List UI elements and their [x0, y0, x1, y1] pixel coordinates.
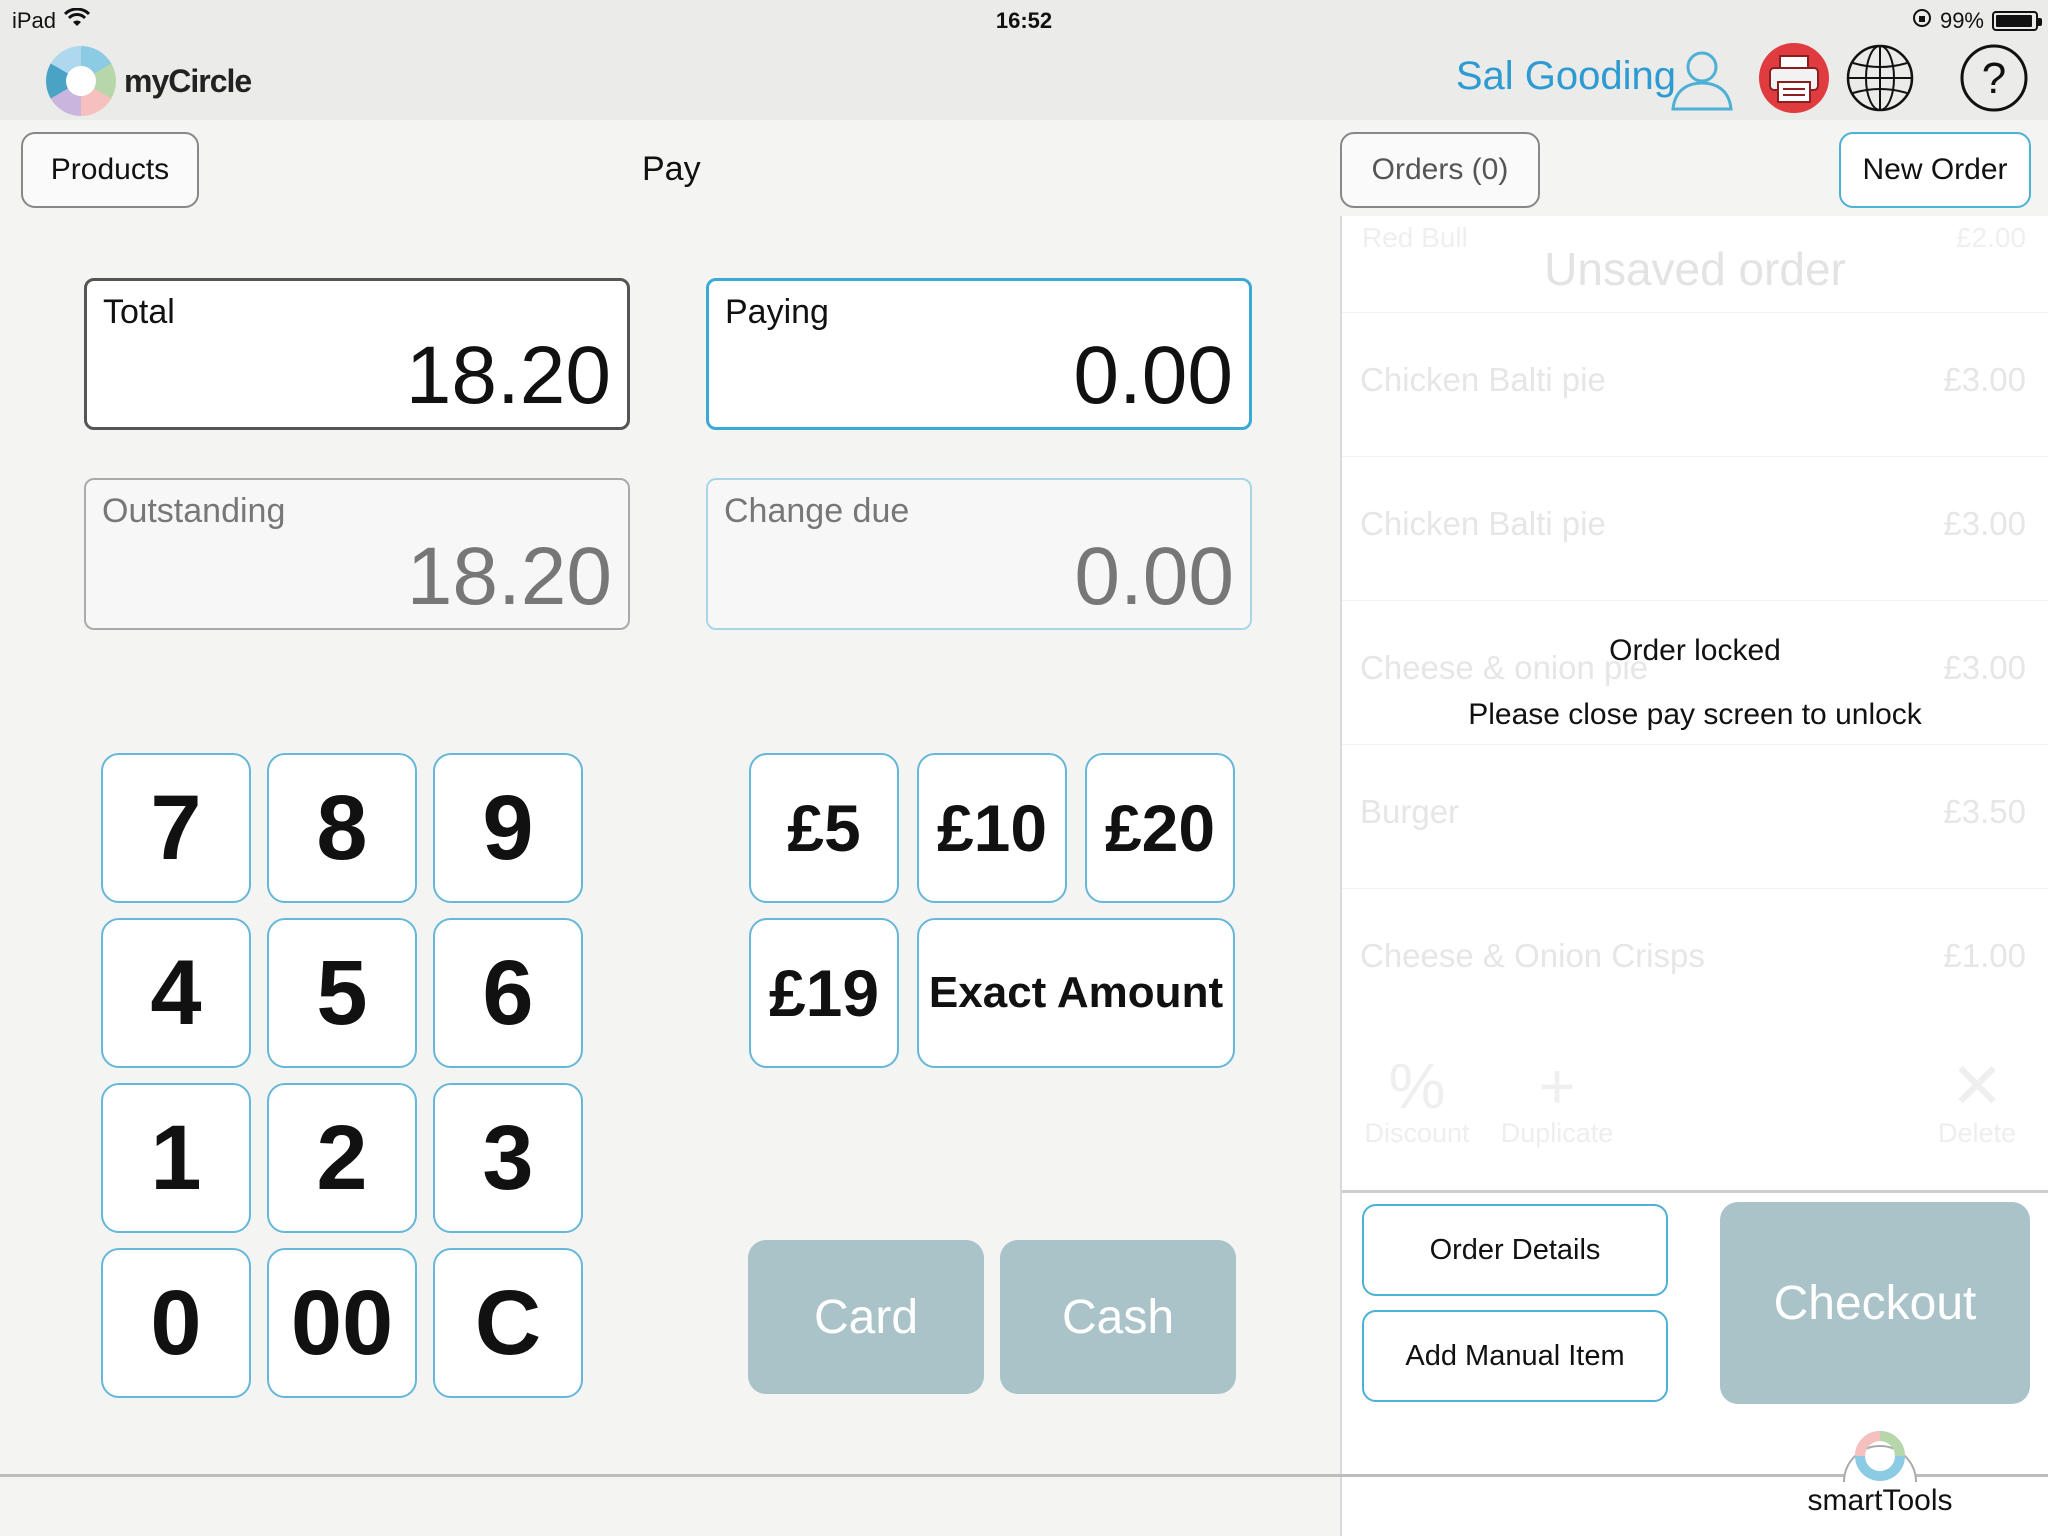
globe-icon[interactable]: [1844, 42, 1916, 114]
battery-icon: [1992, 11, 2042, 31]
total-label: Total: [103, 293, 175, 331]
percent-icon: %: [1388, 1050, 1446, 1122]
smart-tools-tab[interactable]: smartTools: [1790, 1420, 1970, 1536]
total-value: 18.20: [405, 330, 611, 421]
quick-10-button[interactable]: £10: [917, 753, 1067, 903]
item-name: Burger: [1360, 793, 1460, 830]
cash-button[interactable]: Cash: [1000, 1240, 1236, 1394]
duplicate-action: + Duplicate: [1492, 1054, 1622, 1149]
outstanding-label: Outstanding: [102, 492, 286, 530]
orders-button[interactable]: Orders (0): [1340, 132, 1540, 208]
discount-action: % Discount: [1362, 1054, 1472, 1149]
key-3[interactable]: 3: [433, 1083, 583, 1233]
key-clear[interactable]: C: [433, 1248, 583, 1398]
paying-value: 0.00: [1073, 330, 1233, 421]
delete-label: Delete: [1937, 1118, 2017, 1148]
app-header: myCircle Sal Gooding ?: [0, 40, 2048, 120]
key-0[interactable]: 0: [101, 1248, 251, 1398]
order-locked-title: Order locked: [1609, 634, 1781, 667]
smart-tools-label: smartTools: [1807, 1484, 1953, 1517]
footer-line: [0, 1474, 2048, 1477]
item-price: £3.00: [1943, 505, 2026, 542]
order-details-button[interactable]: Order Details: [1362, 1204, 1668, 1296]
logo-ring-icon: [46, 46, 116, 116]
checkout-button[interactable]: Checkout: [1720, 1202, 2030, 1404]
order-item-row: Chicken Balti pie £3.00: [1342, 312, 2048, 456]
app-logo: myCircle: [46, 46, 252, 116]
order-item-row: Cheese & Onion Crisps £1.00: [1342, 888, 2048, 1032]
app-name: myCircle: [124, 62, 252, 99]
outstanding-box: Outstanding 18.20: [84, 478, 630, 630]
delete-action: ✕ Delete: [1922, 1054, 2032, 1149]
battery-percent: 99%: [1939, 8, 1984, 33]
user-name[interactable]: Sal Gooding: [1456, 54, 1676, 99]
order-locked-message: Please close pay screen to unlock: [1468, 698, 1922, 731]
order-panel-separator: [1342, 1190, 2048, 1193]
card-button[interactable]: Card: [748, 1240, 984, 1394]
quick-20-button[interactable]: £20: [1085, 753, 1235, 903]
outstanding-value: 18.20: [406, 531, 612, 622]
change-due-label: Change due: [724, 492, 910, 530]
plus-icon: +: [1538, 1050, 1576, 1122]
item-name: Cheese & Onion Crisps: [1360, 937, 1705, 974]
smart-tools-icon: [1843, 1431, 1917, 1483]
key-8[interactable]: 8: [267, 753, 417, 903]
order-item-row: Burger £3.50: [1342, 744, 2048, 888]
products-button[interactable]: Products: [21, 132, 199, 208]
key-00[interactable]: 00: [267, 1248, 417, 1398]
toolbar: Products Pay Orders (0) New Order: [0, 120, 2048, 216]
rotation-lock-icon: [1912, 8, 1932, 34]
order-title: Unsaved order: [1544, 243, 1846, 295]
quick-19-button[interactable]: £19: [749, 918, 899, 1068]
printer-icon[interactable]: [1758, 42, 1830, 114]
discount-label: Discount: [1364, 1118, 1470, 1148]
page-title: Pay: [642, 150, 701, 188]
status-bar: iPad 16:52 99%: [0, 0, 2048, 40]
exact-amount-button[interactable]: Exact Amount: [917, 918, 1235, 1068]
help-icon[interactable]: ?: [1958, 42, 2030, 114]
new-order-button[interactable]: New Order: [1839, 132, 2031, 208]
status-time: 16:52: [995, 8, 1053, 33]
key-9[interactable]: 9: [433, 753, 583, 903]
user-icon[interactable]: [1666, 42, 1738, 114]
key-6[interactable]: 6: [433, 918, 583, 1068]
key-2[interactable]: 2: [267, 1083, 417, 1233]
item-name: Chicken Balti pie: [1360, 505, 1606, 542]
svg-text:?: ?: [1982, 54, 2006, 103]
change-due-value: 0.00: [1074, 531, 1234, 622]
item-name: Chicken Balti pie: [1360, 361, 1606, 398]
item-price: £3.50: [1943, 793, 2026, 830]
key-4[interactable]: 4: [101, 918, 251, 1068]
close-icon: ✕: [1950, 1050, 2004, 1122]
duplicate-label: Duplicate: [1500, 1118, 1614, 1148]
add-manual-item-button[interactable]: Add Manual Item: [1362, 1310, 1668, 1402]
item-price: £1.00: [1943, 937, 2026, 974]
order-item-row: Chicken Balti pie £3.00: [1342, 456, 2048, 600]
key-7[interactable]: 7: [101, 753, 251, 903]
change-due-box: Change due 0.00: [706, 478, 1252, 630]
item-price: £3.00: [1943, 361, 2026, 398]
quick-5-button[interactable]: £5: [749, 753, 899, 903]
paying-label: Paying: [725, 293, 829, 331]
key-5[interactable]: 5: [267, 918, 417, 1068]
paying-box[interactable]: Paying 0.00: [706, 278, 1252, 430]
key-1[interactable]: 1: [101, 1083, 251, 1233]
total-box: Total 18.20: [84, 278, 630, 430]
